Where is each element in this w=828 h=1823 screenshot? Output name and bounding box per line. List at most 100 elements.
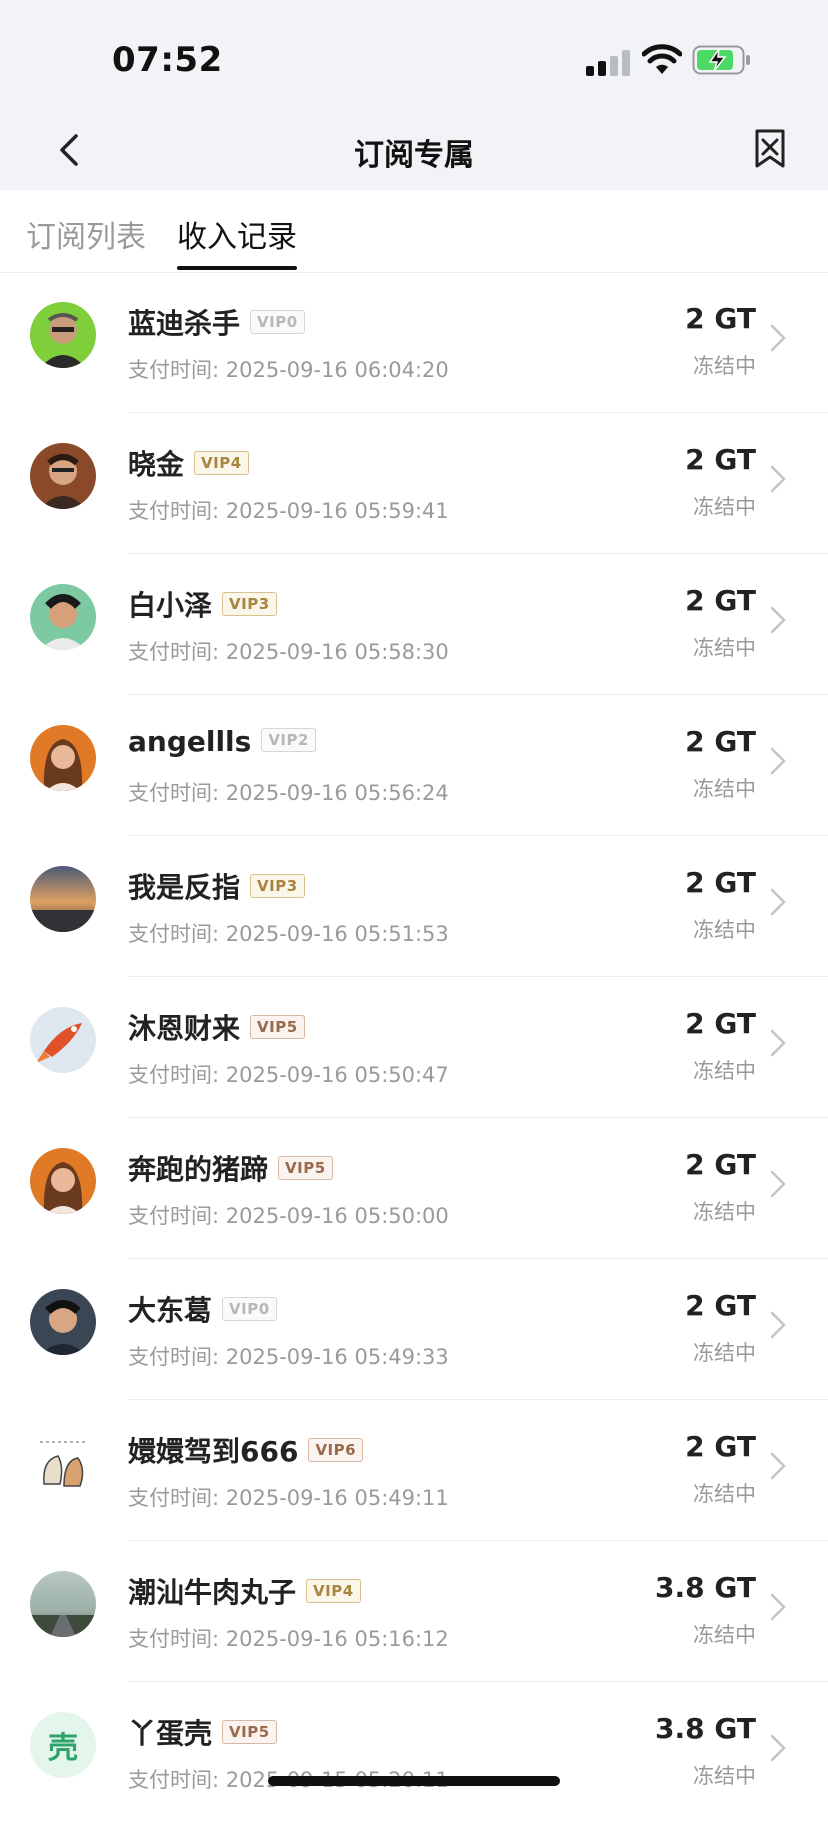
vip-badge: VIP5 <box>222 1720 277 1744</box>
pay-time: 支付时间: 2025-09-16 05:16:12 <box>128 1627 449 1651</box>
amount: 2 GT <box>685 1007 756 1040</box>
status-label: 冻结中 <box>693 636 756 660</box>
chevron-right-icon <box>770 1311 786 1339</box>
list-item[interactable]: 奔跑的猪蹄 VIP5 支付时间: 2025-09-16 05:50:00 2 GT… <box>0 1118 828 1259</box>
list-item[interactable]: 白小泽 VIP3 支付时间: 2025-09-16 05:58:30 2 GT 冻… <box>0 554 828 695</box>
pay-time: 支付时间: 2025-09-16 05:51:53 <box>128 922 449 946</box>
avatar <box>30 725 96 791</box>
vip-badge: VIP2 <box>261 728 316 752</box>
tab-bar: 订阅列表 收入记录 <box>0 190 828 273</box>
status-time: 07:52 <box>112 40 223 80</box>
chevron-right-icon <box>770 465 786 493</box>
chevron-right-icon <box>770 747 786 775</box>
wifi-icon <box>642 44 682 74</box>
vip-badge: VIP3 <box>222 592 277 616</box>
avatar-initial: 壳 <box>48 1731 78 1766</box>
vip-badge: VIP6 <box>308 1438 364 1462</box>
amount: 3.8 GT <box>655 1571 756 1604</box>
user-name-text: 晓金 <box>128 448 185 481</box>
vip-badge: VIP0 <box>222 1297 277 1321</box>
bookmark-icon[interactable] <box>752 126 788 172</box>
avatar <box>30 866 96 932</box>
user-name-text: 丫蛋壳 <box>128 1717 213 1750</box>
avatar: 壳 <box>30 1712 96 1778</box>
status-label: 冻结中 <box>693 918 756 942</box>
avatar <box>30 1148 96 1214</box>
list-item[interactable]: angellls VIP2 支付时间: 2025-09-16 05:56:24 2… <box>0 695 828 836</box>
pay-time: 支付时间: 2025-09-16 05:49:11 <box>128 1486 449 1510</box>
chevron-right-icon <box>770 1029 786 1057</box>
tab-subscription-list[interactable]: 订阅列表 <box>26 212 146 256</box>
chevron-right-icon <box>770 1170 786 1198</box>
status-label: 冻结中 <box>693 495 756 519</box>
amount: 2 GT <box>685 1289 756 1322</box>
tab-active-indicator <box>177 266 297 270</box>
amount: 2 GT <box>685 725 756 758</box>
amount: 3.8 GT <box>655 1712 756 1745</box>
status-label: 冻结中 <box>693 777 756 801</box>
user-name-text: 蓝迪杀手 <box>128 307 241 340</box>
record-user-name: 奔跑的猪蹄 VIP5 <box>128 1148 333 1188</box>
list-item[interactable]: 壳 丫蛋壳VIP5 支付时间: 2025-09-15 05:20:11 3.8 … <box>0 1682 828 1823</box>
amount: 2 GT <box>685 1148 756 1181</box>
avatar <box>30 443 96 509</box>
chevron-right-icon <box>770 888 786 916</box>
user-name-text: 大东葛 <box>128 1294 213 1327</box>
pay-time: 支付时间: 2025-09-16 05:50:00 <box>128 1204 449 1228</box>
amount: 2 GT <box>685 1430 756 1463</box>
list-item[interactable]: 潮汕牛肉丸子 VIP4 支付时间: 2025-09-16 05:16:12 3.8… <box>0 1541 828 1682</box>
list-item[interactable]: 蓝迪杀手 VIP0 支付时间: 2025-09-16 06:04:20 2 GT … <box>0 272 828 413</box>
pay-time: 支付时间: 2025-09-16 05:56:24 <box>128 781 449 805</box>
list-item[interactable]: 我是反指 VIP3 支付时间: 2025-09-16 05:51:53 2 GT … <box>0 836 828 977</box>
pay-time: 支付时间: 2025-09-16 05:50:47 <box>128 1063 449 1087</box>
pay-time: 支付时间: 2025-09-16 05:58:30 <box>128 640 449 664</box>
status-label: 冻结中 <box>693 1623 756 1647</box>
user-name-text: angellls <box>128 725 252 758</box>
list-item[interactable]: 大东葛 VIP0 支付时间: 2025-09-16 05:49:33 2 GT 冻… <box>0 1259 828 1400</box>
record-user-name: 白小泽 VIP3 <box>128 584 277 624</box>
pay-time: 支付时间: 2025-09-16 05:49:33 <box>128 1345 449 1369</box>
vip-badge: VIP5 <box>278 1156 333 1180</box>
avatar <box>30 1007 96 1073</box>
list-item[interactable]: 沐恩财来 VIP5 支付时间: 2025-09-16 05:50:47 2 GT … <box>0 977 828 1118</box>
chevron-right-icon <box>770 1593 786 1621</box>
chevron-right-icon <box>770 324 786 352</box>
status-label: 冻结中 <box>693 1059 756 1083</box>
list-item[interactable]: 嬛嬛驾到666 VIP6 支付时间: 2025-09-16 05:49:11 2 … <box>0 1400 828 1541</box>
page-title: 订阅专属 <box>354 138 474 173</box>
amount: 2 GT <box>685 302 756 335</box>
user-name-text: 沐恩财来 <box>128 1012 241 1045</box>
vip-badge: VIP4 <box>194 451 249 475</box>
status-label: 冻结中 <box>693 354 756 378</box>
cellular-signal-icon <box>586 50 630 76</box>
record-user-name: 潮汕牛肉丸子 VIP4 <box>128 1571 361 1611</box>
user-name-text: 嬛嬛驾到666 <box>128 1435 299 1468</box>
chevron-right-icon <box>770 606 786 634</box>
tab-income-records[interactable]: 收入记录 <box>177 212 297 256</box>
battery-charging-icon <box>692 45 750 75</box>
status-bar: 07:52 <box>0 0 828 110</box>
chevron-right-icon <box>770 1734 786 1762</box>
pay-time: 支付时间: 2025-09-16 05:59:41 <box>128 499 449 523</box>
user-name-text: 潮汕牛肉丸子 <box>128 1576 297 1609</box>
status-label: 冻结中 <box>693 1341 756 1365</box>
vip-badge: VIP3 <box>250 874 305 898</box>
list-item[interactable]: 晓金 VIP4 支付时间: 2025-09-16 05:59:41 2 GT 冻结… <box>0 413 828 554</box>
status-label: 冻结中 <box>693 1200 756 1224</box>
record-user-name: 大东葛 VIP0 <box>128 1289 277 1329</box>
record-user-name: 我是反指 VIP3 <box>128 866 305 906</box>
record-user-name: 丫蛋壳 VIP5 <box>128 1712 277 1752</box>
status-label: 冻结中 <box>693 1764 756 1788</box>
avatar <box>30 1571 96 1637</box>
avatar <box>30 584 96 650</box>
amount: 2 GT <box>685 584 756 617</box>
vip-badge: VIP0 <box>250 310 305 334</box>
avatar <box>30 1430 96 1496</box>
avatar <box>30 302 96 368</box>
home-indicator[interactable] <box>268 1776 560 1786</box>
record-user-name: 嬛嬛驾到666 VIP6 <box>128 1430 364 1470</box>
amount: 2 GT <box>685 443 756 476</box>
vip-badge: VIP4 <box>306 1579 361 1603</box>
amount: 2 GT <box>685 866 756 899</box>
nav-bar: 订阅专属 <box>0 110 828 190</box>
